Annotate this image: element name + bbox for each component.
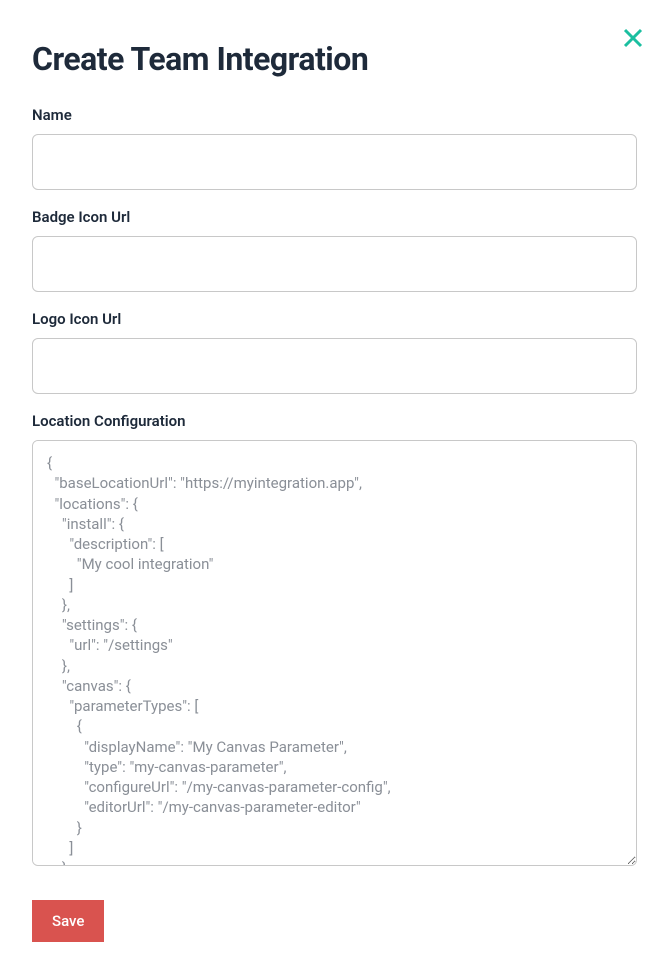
location-config-field-group: Location Configuration { "baseLocationUr… <box>32 412 637 870</box>
location-config-label: Location Configuration <box>32 412 637 430</box>
location-config-textarea[interactable]: { "baseLocationUrl": "https://myintegrat… <box>32 440 637 866</box>
close-icon <box>621 26 645 50</box>
logo-icon-url-label: Logo Icon Url <box>32 310 637 328</box>
name-field-group: Name <box>32 106 637 190</box>
dialog-title: Create Team Integration <box>32 40 637 78</box>
badge-icon-url-label: Badge Icon Url <box>32 208 637 226</box>
name-input[interactable] <box>32 134 637 190</box>
save-button[interactable]: Save <box>32 900 104 942</box>
badge-icon-url-field-group: Badge Icon Url <box>32 208 637 292</box>
name-label: Name <box>32 106 637 124</box>
logo-icon-url-field-group: Logo Icon Url <box>32 310 637 394</box>
badge-icon-url-input[interactable] <box>32 236 637 292</box>
close-button[interactable] <box>619 24 647 52</box>
logo-icon-url-input[interactable] <box>32 338 637 394</box>
